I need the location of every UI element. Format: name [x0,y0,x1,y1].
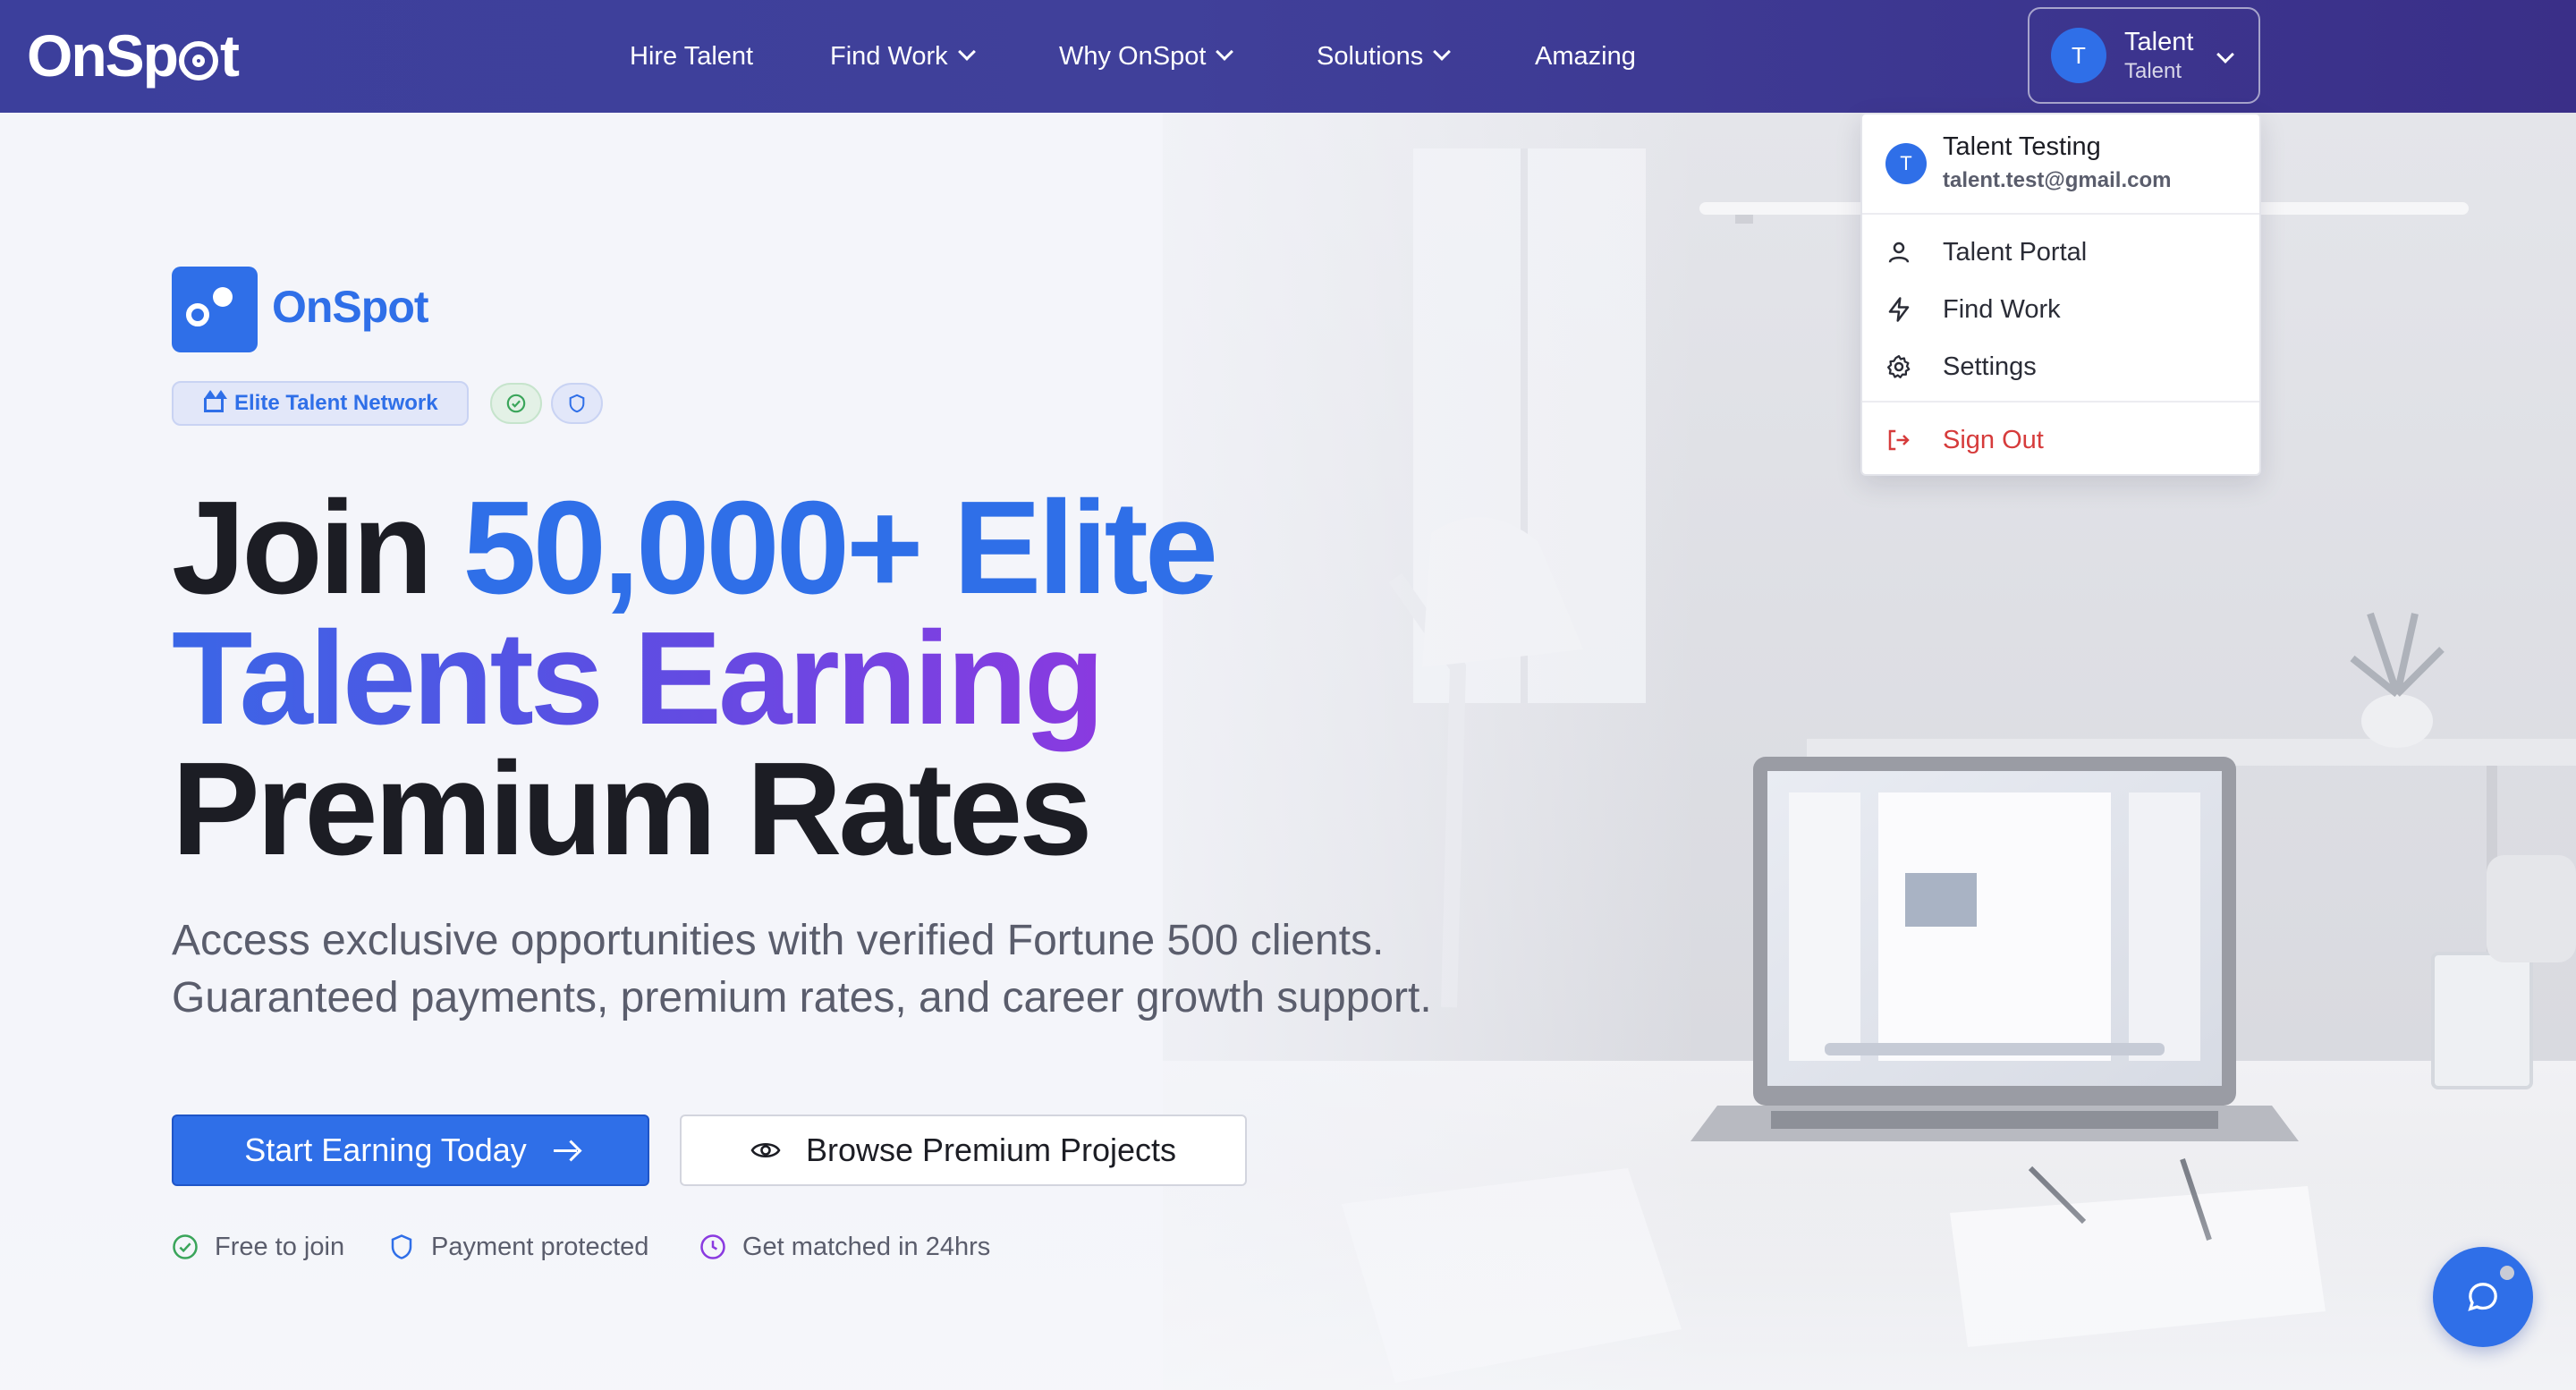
nav-find-work-label: Find Work [830,41,948,71]
nav-amazing[interactable]: Amazing [1535,0,1636,113]
onspot-logo-text: OnSpot [272,282,429,332]
headline-accent-1: 50,000+ Elite [462,474,1218,622]
chevron-down-icon [1433,43,1452,61]
dropdown-user-email: talent.test@gmail.com [1943,168,2172,192]
menu-divider [1862,401,2259,403]
protected-badge [551,383,603,424]
menu-item-settings-label: Settings [1943,352,2037,381]
browse-projects-label: Browse Premium Projects [805,1131,1177,1168]
user-menu-button[interactable]: T Talent Talent [2028,7,2260,104]
hero-headline: Join 50,000+ Elite Talents Earning Premi… [172,482,1513,876]
browse-projects-button[interactable]: Browse Premium Projects [680,1115,1247,1186]
verified-badge [490,383,542,424]
nav-solutions[interactable]: Solutions [1317,0,1452,113]
headline-join: Join [172,474,433,622]
user-role: Talent [2124,59,2182,83]
nav-amazing-label: Amazing [1535,41,1636,71]
avatar: T [2051,28,2106,83]
check-circle-icon [506,394,526,413]
chevron-down-icon [2216,46,2234,64]
avatar: T [1885,143,1927,184]
menu-item-sign-out[interactable]: Sign Out [1862,411,2259,469]
eye-icon [750,1142,781,1158]
brand-text-end: t [220,22,240,89]
menu-item-find-work[interactable]: Find Work [1862,281,2259,338]
menu-item-talent-portal[interactable]: Talent Portal [1862,224,2259,281]
headline-end: Premium Rates [172,735,1093,883]
shield-icon [569,394,585,413]
dropdown-user-name: Talent Testing [1943,132,2101,161]
chevron-down-icon [1216,43,1234,61]
subheadline-line-1: Access exclusive opportunities with veri… [172,917,1385,964]
target-icon [179,41,218,81]
menu-item-talent-portal-label: Talent Portal [1943,237,2088,267]
clock-icon [700,1234,725,1259]
elite-talent-badge-label: Elite Talent Network [234,391,438,415]
hero-bottom-overlay [0,1175,2576,1390]
perk-payment-protected-label: Payment protected [431,1232,649,1261]
perk-free-to-join: Free to join [172,1229,344,1265]
chat-button[interactable] [2433,1247,2533,1347]
start-earning-button[interactable]: Start Earning Today [172,1115,649,1186]
menu-item-settings[interactable]: Settings [1862,338,2259,395]
gear-icon [1887,355,1911,378]
perk-matched-24hrs: Get matched in 24hrs [699,1229,990,1265]
user-dropdown-menu: T Talent Testing talent.test@gmail.com T… [1860,113,2261,476]
nav-find-work[interactable]: Find Work [830,0,976,113]
nav-why-onspot[interactable]: Why OnSpot [1059,0,1234,113]
chevron-down-icon [957,43,976,61]
bolt-icon [1888,297,1910,322]
nav-why-onspot-label: Why OnSpot [1059,41,1207,71]
dropdown-user-header: T Talent Testing talent.test@gmail.com [1862,114,2259,215]
top-navbar: OnSp t Hire Talent Find Work Why OnSpot S… [0,0,2576,113]
hero-subheadline: Access exclusive opportunities with veri… [172,912,1603,1027]
headline-accent-2: Talents Earning [172,605,1105,752]
logout-icon [1888,429,1910,451]
perk-matched-24hrs-label: Get matched in 24hrs [742,1232,991,1261]
nav-solutions-label: Solutions [1317,41,1424,71]
user-name: Talent [2124,28,2194,56]
onspot-logo-mark [172,267,258,352]
brand-logo[interactable]: OnSp t [27,20,240,91]
elite-talent-badge: Elite Talent Network [172,381,469,426]
shield-icon [391,1234,412,1259]
perk-payment-protected: Payment protected [388,1229,648,1265]
notification-dot [2497,1263,2517,1283]
brand-text: OnSp [27,22,179,89]
nav-hire-talent[interactable]: Hire Talent [630,0,753,113]
menu-item-find-work-label: Find Work [1943,294,2061,324]
menu-item-sign-out-label: Sign Out [1943,425,2044,454]
start-earning-label: Start Earning Today [244,1131,527,1168]
user-icon [1888,242,1910,263]
perk-free-to-join-label: Free to join [215,1232,345,1261]
check-circle-icon [173,1234,198,1259]
nav-hire-talent-label: Hire Talent [630,41,754,71]
arrow-right-icon [553,1148,577,1152]
subheadline-line-2: Guaranteed payments, premium rates, and … [172,974,1432,1021]
crown-icon [204,390,227,412]
chat-icon [2468,1283,2497,1311]
